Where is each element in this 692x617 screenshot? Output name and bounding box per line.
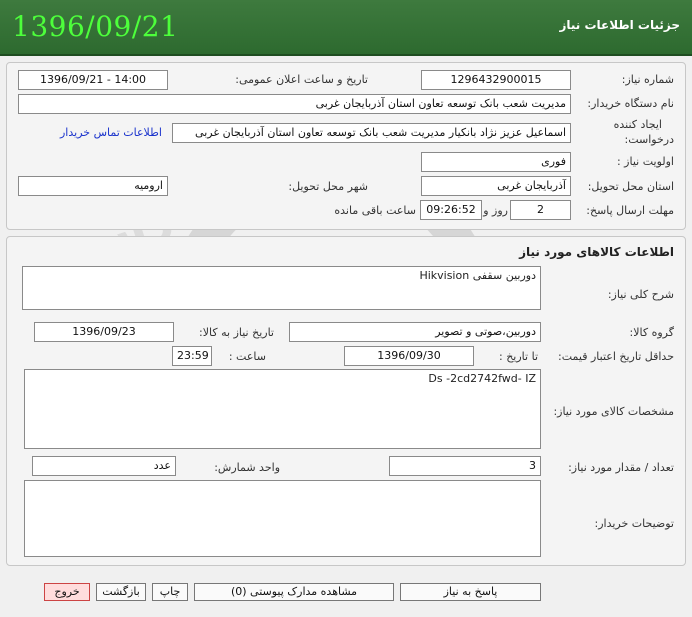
deadline-days-field: 2: [510, 200, 571, 220]
buyer-notes-label: توضیحات خریدار:: [594, 517, 675, 530]
delivery-city-label: شهر محل تحویل:: [288, 180, 368, 193]
announce-datetime-field: 1396/09/21 - 14:00: [18, 70, 168, 90]
creator-label-line1: ایجاد کننده: [613, 118, 662, 131]
deadline-time-field: 09:26:52: [420, 200, 482, 220]
delivery-province-field: آذربایجان غربی: [421, 176, 571, 196]
print-button[interactable]: چاپ: [152, 583, 188, 601]
quantity-field: 3: [389, 456, 541, 476]
goods-group-field: دوربین،صوتی و تصویر: [289, 322, 541, 342]
announce-datetime-label: تاریخ و ساعت اعلان عمومی:: [235, 73, 368, 86]
buyer-org-label: نام دستگاه خریدار:: [587, 97, 674, 110]
buyer-notes-field: [24, 480, 541, 557]
priority-label: اولویت نیاز :: [616, 155, 674, 168]
general-desc-field: دوربین سقفی Hikvision: [22, 266, 541, 310]
validity-time-label: ساعت :: [228, 350, 266, 363]
delivery-province-label: استان محل تحویل:: [587, 180, 674, 193]
delivery-city-field: ارومیه: [18, 176, 168, 196]
creator-field: اسماعیل عزیز نژاد بانکیار مدیریت شعب بان…: [172, 123, 571, 143]
min-validity-label: حداقل تاریخ اعتبار قیمت:: [558, 350, 674, 363]
exit-button[interactable]: خروج: [44, 583, 90, 601]
need-number-label: شماره نیاز:: [621, 73, 674, 86]
need-number-field: 1296432900015: [421, 70, 571, 90]
specs-label: مشخصات کالای مورد نیاز:: [553, 405, 674, 418]
page-title: جزئیات اطلاعات نیاز: [559, 18, 680, 32]
specs-field: Ds -2cd2742fwd- IZ: [24, 369, 541, 449]
header-date: 1396/09/21: [12, 10, 179, 43]
creator-label-line2: درخواست:: [624, 133, 674, 146]
unit-field: عدد: [32, 456, 176, 476]
goods-section-title: اطلاعات کالاهای مورد نیاز: [519, 245, 674, 259]
buyer-org-field: مدیریت شعب بانک توسعه تعاون استان آذربای…: [18, 94, 571, 114]
remaining-word: ساعت باقی مانده: [334, 204, 416, 217]
days-word: روز و: [483, 204, 508, 217]
priority-field: فوری: [421, 152, 571, 172]
buyer-contact-link[interactable]: اطلاعات تماس خریدار: [60, 126, 162, 139]
view-attachments-button[interactable]: مشاهده مدارک پیوستی (0): [194, 583, 394, 601]
need-date-label: تاریخ نیاز به کالا:: [199, 326, 274, 339]
validity-time-field: 23:59: [172, 346, 212, 366]
until-date-field: 1396/09/30: [344, 346, 474, 366]
back-button[interactable]: بازگشت: [96, 583, 146, 601]
goods-group-label: گروه کالا:: [629, 326, 674, 339]
until-date-label: تا تاریخ :: [499, 350, 538, 363]
deadline-label: مهلت ارسال پاسخ:: [586, 204, 674, 217]
need-date-field: 1396/09/23: [34, 322, 174, 342]
reply-button[interactable]: پاسخ به نیاز: [400, 583, 541, 601]
unit-label: واحد شمارش:: [214, 461, 280, 474]
general-desc-label: شرح کلی نیاز:: [607, 288, 674, 301]
quantity-label: تعداد / مقدار مورد نیاز:: [568, 461, 674, 474]
